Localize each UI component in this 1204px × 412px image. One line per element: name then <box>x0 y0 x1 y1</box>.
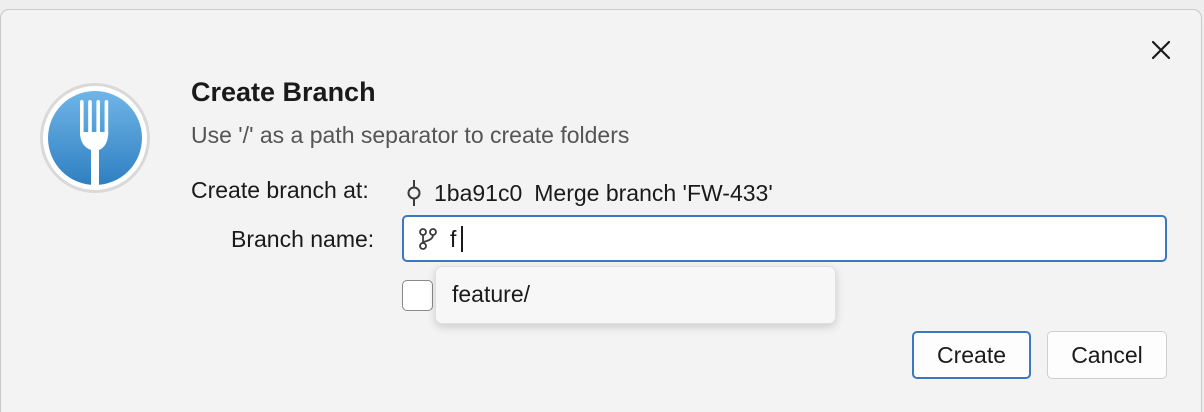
branch-name-input[interactable] <box>450 223 1150 255</box>
close-icon <box>1151 40 1171 60</box>
dialog-subtitle: Use '/' as a path separator to create fo… <box>191 122 630 148</box>
create-button[interactable]: Create <box>912 331 1031 379</box>
text-caret <box>461 226 463 252</box>
branch-at-label: Create branch at: <box>191 177 369 203</box>
branch-name-field[interactable] <box>402 215 1167 262</box>
autocomplete-item[interactable]: feature/ <box>452 281 530 308</box>
fork-icon <box>40 83 150 193</box>
autocomplete-popup: feature/ <box>435 266 836 324</box>
create-branch-dialog: Create Branch Use '/' as a path separato… <box>0 9 1202 412</box>
branch-name-label: Branch name: <box>231 226 375 252</box>
commit-message: Merge branch 'FW-433' <box>534 179 773 206</box>
branch-at-commit: 1ba91c0 Merge branch 'FW-433' <box>406 177 773 209</box>
dialog-title: Create Branch <box>191 77 376 107</box>
checkout-checkbox[interactable] <box>402 280 433 311</box>
commit-icon <box>407 180 421 206</box>
commit-hash: 1ba91c0 <box>434 179 523 206</box>
close-button[interactable] <box>1145 34 1177 66</box>
cancel-button[interactable]: Cancel <box>1047 331 1167 379</box>
branch-icon <box>419 228 437 250</box>
